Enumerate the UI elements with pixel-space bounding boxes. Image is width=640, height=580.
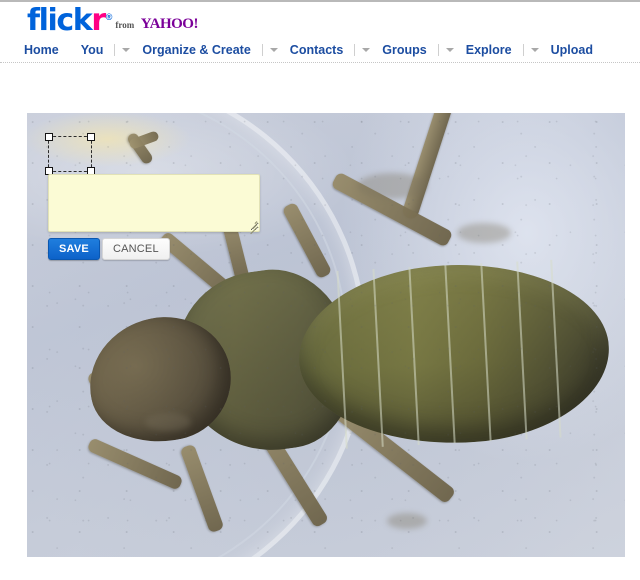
resize-handle-top-left[interactable] bbox=[45, 133, 53, 141]
chevron-down-icon-you[interactable] bbox=[122, 48, 131, 52]
chevron-down-icon-explore[interactable] bbox=[530, 48, 539, 52]
nav-item-contacts[interactable]: Contacts bbox=[288, 43, 345, 57]
nav-item-explore[interactable]: Explore bbox=[464, 43, 514, 57]
nav-separator bbox=[354, 44, 356, 56]
nav-item-home[interactable]: Home bbox=[22, 43, 61, 57]
chevron-down-icon-groups[interactable] bbox=[445, 48, 454, 52]
yahoo-wordmark: YAHOO! bbox=[140, 16, 199, 32]
chevron-down-icon-contacts[interactable] bbox=[362, 48, 371, 52]
nav-separator bbox=[437, 44, 439, 56]
save-note-button[interactable]: SAVE bbox=[48, 238, 100, 260]
note-selection-box[interactable] bbox=[45, 133, 95, 175]
nav-item-upload[interactable]: Upload bbox=[549, 43, 595, 57]
main-navigation: Home You Organize & Create Contacts Grou… bbox=[22, 40, 595, 60]
logo-text-r: r bbox=[91, 3, 106, 38]
resize-handle-top-right[interactable] bbox=[87, 133, 95, 141]
nav-separator bbox=[261, 44, 263, 56]
nav-separator bbox=[114, 44, 116, 56]
photo-toolbar: Actions bbox=[0, 63, 640, 168]
nav-item-groups[interactable]: Groups bbox=[380, 43, 428, 57]
nav-item-you[interactable]: You bbox=[79, 43, 106, 57]
chevron-down-icon-organize[interactable] bbox=[269, 48, 278, 52]
nav-separator bbox=[522, 44, 524, 56]
registered-trademark-icon: ® bbox=[105, 12, 113, 22]
cancel-note-button[interactable]: CANCEL bbox=[101, 238, 170, 260]
from-label: from bbox=[115, 20, 135, 30]
from-yahoo-lockup: from YAHOO! bbox=[115, 15, 198, 33]
logo-text-flick: flick bbox=[27, 3, 93, 38]
note-editor: SAVE CANCEL bbox=[48, 174, 260, 260]
site-header: flick r ® from YAHOO! Home You Organize … bbox=[0, 2, 640, 60]
note-editor-buttons: SAVE CANCEL bbox=[48, 238, 260, 260]
flickr-photo-page: flick r ® from YAHOO! Home You Organize … bbox=[0, 0, 640, 580]
nav-item-organize-create[interactable]: Organize & Create bbox=[140, 43, 252, 57]
note-text-input[interactable] bbox=[48, 174, 260, 232]
flickr-logo[interactable]: flick r ® from YAHOO! bbox=[27, 3, 198, 38]
